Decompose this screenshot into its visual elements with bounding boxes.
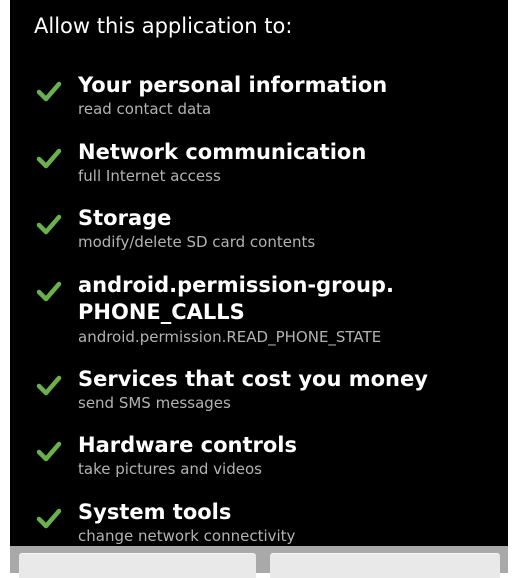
permission-detail: android.permission.READ_PHONE_STATE (78, 328, 382, 346)
permission-title-line1: android.permission-group. (78, 273, 394, 297)
permissions-header: Allow this application to: (34, 14, 293, 38)
checkmark-icon (36, 214, 62, 235)
checkmark-icon (36, 148, 62, 169)
install-button[interactable] (19, 553, 256, 578)
permission-detail: take pictures and videos (78, 460, 262, 478)
permission-detail: modify/delete SD card contents (78, 233, 316, 251)
permission-title: System tools (78, 500, 232, 524)
permissions-screen: Allow this application to: Your personal… (10, 0, 508, 546)
permission-title: Your personal information (78, 73, 388, 97)
permission-title: Services that cost you money (78, 367, 428, 391)
permission-title: Hardware controls (78, 433, 297, 457)
permission-detail: full Internet access (78, 167, 221, 185)
checkmark-icon (36, 375, 62, 396)
checkmark-icon (36, 508, 62, 529)
permission-detail: send SMS messages (78, 394, 231, 412)
permission-title: Network communication (78, 140, 367, 164)
permission-title-line2: PHONE_CALLS (78, 300, 245, 324)
cancel-button[interactable] (270, 553, 500, 578)
permission-detail: change network connectivity (78, 527, 296, 545)
checkmark-icon (36, 281, 62, 302)
button-bar (10, 546, 508, 578)
checkmark-icon (36, 81, 62, 102)
permission-title: Storage (78, 206, 172, 230)
permission-detail: read contact data (78, 100, 212, 118)
checkmark-icon (36, 441, 62, 462)
